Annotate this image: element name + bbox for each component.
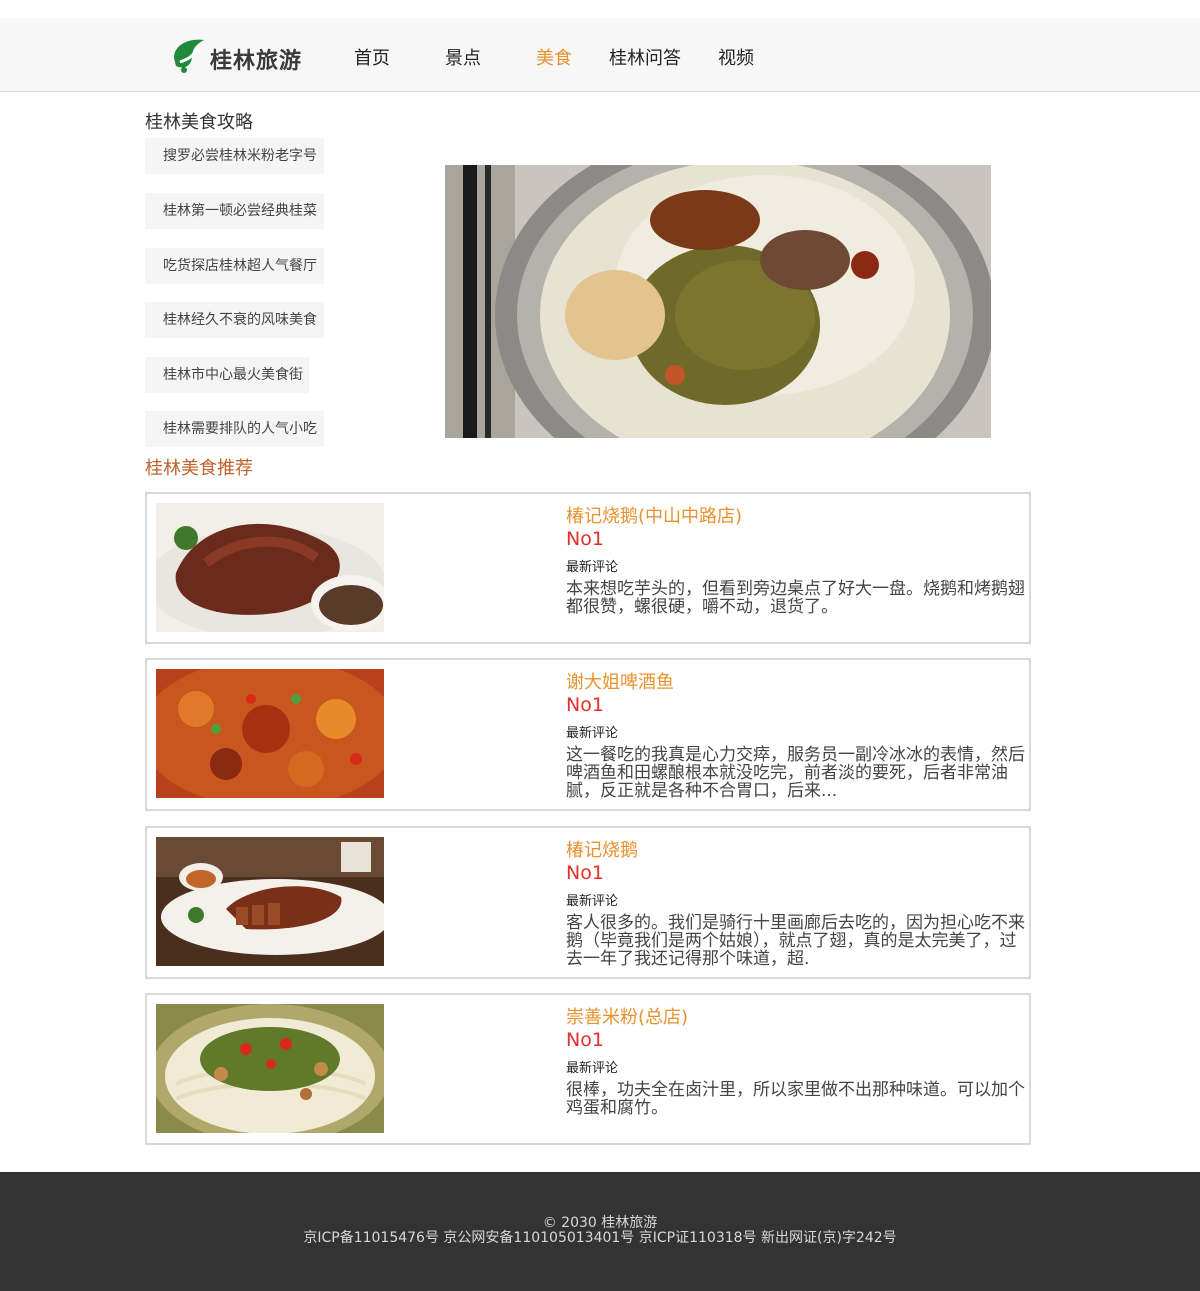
leaf-logo-icon [174, 39, 204, 73]
logo-text: 桂林旅游 [210, 49, 303, 74]
restaurant-card[interactable]: 崇善米粉(总店) No1 最新评论 很棒，功夫全在卤汁里，所以家里做不出那种味道… [145, 993, 1031, 1145]
guide-item[interactable]: 桂林经久不衰的风味美食 [145, 302, 324, 338]
rank-badge: No1 [566, 694, 604, 716]
comment-text: 客人很多的。我们是骑行十里画廊后去吃的，因为担心吃不来鹅（毕竟我们是两个姑娘），… [566, 913, 1025, 969]
comment-label: 最新评论 [566, 1061, 619, 1076]
rice-noodle-photo [156, 1004, 384, 1133]
rank-badge: No1 [566, 1029, 604, 1051]
guide-item[interactable]: 桂林需要排队的人气小吃 [145, 411, 324, 447]
roast-goose-plate-photo [156, 837, 384, 966]
comment-label: 最新评论 [566, 726, 619, 741]
restaurant-name[interactable]: 椿记烧鹅(中山中路店) [566, 502, 742, 528]
restaurant-name[interactable]: 椿记烧鹅 [566, 836, 638, 862]
guide-item[interactable]: 吃货探店桂林超人气餐厅 [145, 248, 324, 284]
roast-goose-photo [156, 503, 384, 632]
rank-badge: No1 [566, 528, 604, 550]
comment-label: 最新评论 [566, 894, 619, 909]
rice-noodle-bowl-icon [445, 165, 991, 438]
nav-attractions[interactable]: 景点 [445, 44, 481, 70]
nav-qa[interactable]: 桂林问答 [609, 44, 681, 70]
nav-home[interactable]: 首页 [354, 44, 390, 70]
guide-item[interactable]: 桂林第一顿必尝经典桂菜 [145, 193, 324, 229]
guide-item[interactable]: 搜罗必尝桂林米粉老字号 [145, 138, 324, 174]
guide-title: 桂林美食攻略 [145, 112, 253, 133]
site-footer: © 2030 桂林旅游 京ICP备11015476号 京公网安备11010501… [0, 1172, 1200, 1291]
comment-text: 这一餐吃的我真是心力交瘁，服务员一副冷冰冰的表情，然后啤酒鱼和田螺酿根本就没吃完… [566, 745, 1025, 801]
recommend-title: 桂林美食推荐 [145, 458, 253, 479]
beer-fish-photo [156, 669, 384, 798]
icp-text: 京ICP备11015476号 京公网安备110105013401号 京ICP证1… [303, 1230, 897, 1246]
site-header: 桂林旅游 首页 景点 美食 桂林问答 视频 [0, 18, 1200, 92]
restaurant-name[interactable]: 谢大姐啤酒鱼 [566, 668, 674, 694]
restaurant-card[interactable]: 椿记烧鹅 No1 最新评论 客人很多的。我们是骑行十里画廊后去吃的，因为担心吃不… [145, 826, 1031, 979]
nav-food[interactable]: 美食 [536, 44, 572, 70]
restaurant-name[interactable]: 崇善米粉(总店) [566, 1003, 688, 1029]
comment-label: 最新评论 [566, 560, 619, 575]
restaurant-card[interactable]: 谢大姐啤酒鱼 No1 最新评论 这一餐吃的我真是心力交瘁，服务员一副冷冰冰的表情… [145, 658, 1031, 811]
rank-badge: No1 [566, 862, 604, 884]
guide-item[interactable]: 桂林市中心最火美食街 [145, 357, 309, 393]
comment-text: 本来想吃芋头的，但看到旁边桌点了好大一盘。烧鹅和烤鹅翅都很赞，螺很硬，嚼不动，退… [566, 579, 1025, 617]
comment-text: 很棒，功夫全在卤汁里，所以家里做不出那种味道。可以加个鸡蛋和腐竹。 [566, 1080, 1025, 1118]
hero-food-image [445, 165, 991, 438]
restaurant-card[interactable]: 椿记烧鹅(中山中路店) No1 最新评论 本来想吃芋头的，但看到旁边桌点了好大一… [145, 492, 1031, 644]
nav-video[interactable]: 视频 [718, 44, 754, 70]
logo[interactable]: 桂林旅游 [170, 36, 310, 76]
